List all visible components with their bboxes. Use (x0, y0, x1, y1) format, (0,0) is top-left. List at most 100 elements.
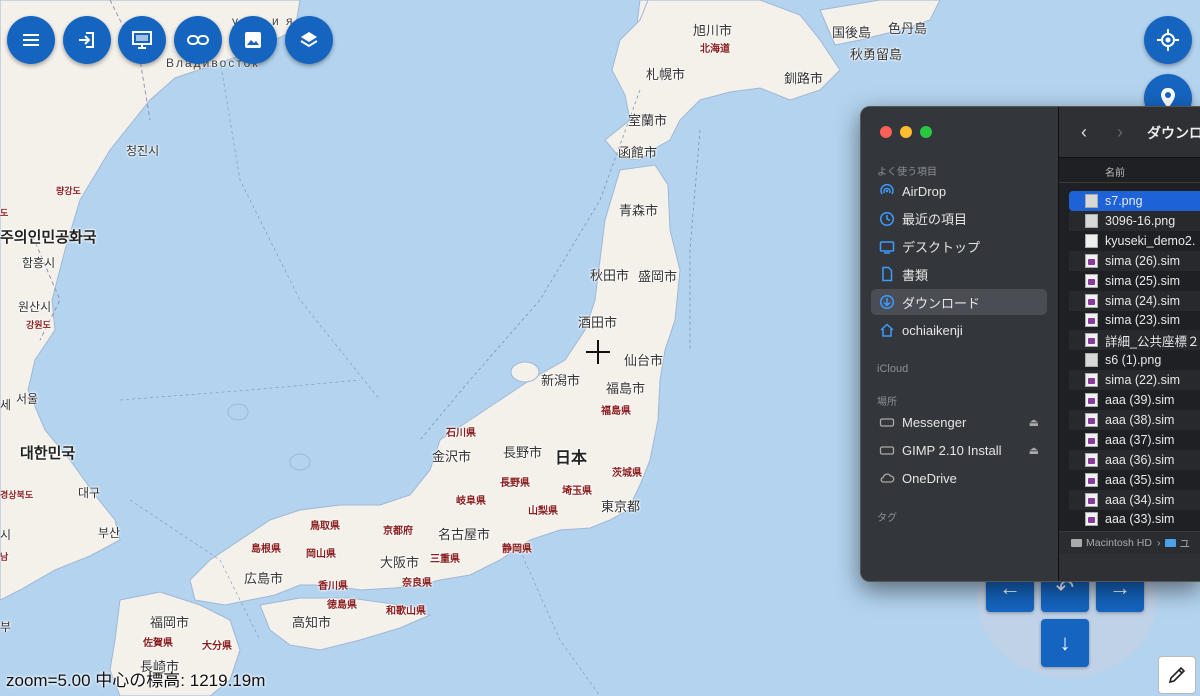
sim-file-icon (1085, 512, 1098, 527)
prefecture-label: 長野県 (500, 478, 530, 489)
city-label: 室蘭市 (628, 113, 668, 128)
sidebar-section-tags: タグ (877, 513, 897, 524)
column-header-name[interactable]: 名前 (1059, 158, 1200, 183)
sim-file-icon (1085, 333, 1098, 348)
prefecture-label: 三重県 (430, 554, 460, 565)
province-label: 경상북도 (0, 490, 34, 500)
file-row[interactable]: sima (24).sim (1069, 290, 1200, 311)
forward-button[interactable]: › (1117, 122, 1123, 143)
city-label: 酒田市 (578, 315, 618, 330)
file-row[interactable]: aaa (38).sim (1069, 409, 1200, 430)
file-row[interactable]: aaa (34).sim (1069, 489, 1200, 510)
sidebar-item-airdrop[interactable]: AirDrop (871, 178, 1047, 204)
file-name: 詳細_公共座標２系 (1105, 334, 1200, 349)
sim-file-icon (1085, 253, 1098, 268)
sidebar-item-clock[interactable]: 最近の項目 (871, 206, 1047, 232)
file-row[interactable]: aaa (33).sim (1069, 509, 1200, 529)
path-next[interactable]: ユ (1179, 536, 1190, 551)
sim-file-icon (1085, 432, 1098, 447)
back-button[interactable]: ‹ (1081, 122, 1087, 143)
city-label: 金沢市 (432, 449, 472, 464)
city-label: 대구 (78, 486, 101, 500)
file-name: s7.png (1105, 194, 1143, 208)
png-file-icon (1085, 353, 1098, 368)
file-row[interactable]: s6 (1).png (1069, 350, 1200, 370)
menu-icon (23, 34, 39, 46)
locate-button[interactable] (1144, 16, 1192, 64)
minimize-window-button[interactable] (900, 126, 912, 138)
path-separator: › (1156, 537, 1161, 549)
zoom-window-button[interactable] (920, 126, 932, 138)
crosshair-icon (586, 340, 610, 364)
city-label: 旭川市 (693, 23, 733, 38)
sidebar-location-item[interactable]: GIMP 2.10 Install ⏏ (871, 437, 1047, 463)
sim-file-icon (1085, 412, 1098, 427)
file-row[interactable]: aaa (37).sim (1069, 430, 1200, 450)
eject-icon[interactable]: ⏏ (1029, 444, 1039, 457)
city-label-partial: 시 (0, 528, 12, 542)
file-name: sima (22).sim (1105, 373, 1181, 388)
file-name: 3096-16.png (1105, 213, 1176, 228)
sidebar-section-favorites: よく使う項目 (877, 167, 937, 178)
file-name: aaa (36).sim (1105, 452, 1175, 467)
zoom-elevation-readout: zoom=5.00 中心の標高: 1219.19m (6, 671, 266, 690)
sidebar-item-home[interactable]: ochiaikenji (871, 317, 1047, 343)
file-row[interactable]: s7.png (1069, 191, 1200, 211)
pencil-icon (1168, 666, 1186, 684)
city-label: 福島市 (606, 381, 646, 396)
menu-button[interactable] (7, 16, 55, 64)
sidebar-location-item[interactable]: OneDrive (871, 465, 1047, 491)
sidebar-item-desktop[interactable]: デスクトップ (871, 234, 1047, 260)
image-button[interactable] (229, 16, 277, 64)
file-row[interactable]: sima (22).sim (1069, 370, 1200, 391)
file-row[interactable]: sima (26).sim (1069, 250, 1200, 271)
city-label: 福岡市 (150, 615, 190, 630)
sidebar-item-document[interactable]: 書類 (871, 261, 1047, 287)
province-label: 강원도 (26, 320, 51, 330)
edit-button[interactable] (1158, 656, 1196, 694)
file-name: kyuseki_demo2. (1105, 233, 1196, 248)
file-row[interactable]: aaa (36).sim (1069, 449, 1200, 470)
airdrop-icon (879, 183, 895, 199)
sim-file-icon (1085, 393, 1098, 407)
path-disk[interactable]: Macintosh HD (1086, 537, 1152, 549)
country-label: 日本 (555, 450, 588, 467)
file-row[interactable]: 詳細_公共座標２系 (1069, 330, 1200, 351)
file-name: aaa (35).sim (1105, 472, 1175, 487)
sidebar-section-icloud: iCloud (877, 363, 909, 375)
file-name: sima (23).sim (1105, 313, 1181, 328)
file-row[interactable]: aaa (35).sim (1069, 470, 1200, 490)
file-row[interactable]: sima (23).sim (1069, 310, 1200, 330)
sidebar-item-label: デスクトップ (902, 240, 981, 256)
folder-title: ダウンロ (1147, 125, 1200, 141)
file-row[interactable]: kyuseki_demo2. (1069, 231, 1200, 251)
file-row[interactable]: 3096-16.png (1069, 210, 1200, 231)
file-row[interactable]: sima (25).sim (1069, 271, 1200, 291)
status-bar (1059, 554, 1200, 581)
sidebar-location-item[interactable]: Messenger ⏏ (871, 409, 1047, 435)
prefecture-label: 北海道 (700, 44, 730, 55)
file-row[interactable]: aaa (39).sim (1069, 390, 1200, 410)
close-window-button[interactable] (880, 126, 892, 138)
clock-icon (879, 211, 895, 227)
file-name: sima (26).sim (1105, 253, 1181, 268)
city-label: 釧路市 (784, 71, 824, 86)
display-button[interactable] (118, 16, 166, 64)
login-button[interactable] (63, 16, 111, 64)
prefecture-label: 埼玉県 (562, 486, 592, 497)
city-label: 秋田市 (590, 268, 630, 283)
city-label: 仙台市 (624, 353, 664, 368)
pan-down-button[interactable]: ↓ (1041, 619, 1089, 667)
finder-window[interactable]: よく使う項目 AirDrop 最近の項目デスクトップ書類 ダウンロード ochiaik… (860, 106, 1200, 582)
eject-icon[interactable]: ⏏ (1029, 416, 1039, 429)
login-icon (79, 32, 94, 48)
cloud-icon (879, 470, 895, 486)
city-label: 청진시 (126, 144, 160, 158)
file-name: sima (25).sim (1105, 273, 1181, 288)
city-label: 東京都 (601, 499, 641, 514)
layers-icon (300, 32, 318, 48)
link-button[interactable] (174, 16, 222, 64)
sidebar-item-download[interactable]: ダウンロード (871, 289, 1047, 316)
layers-button[interactable] (285, 16, 333, 64)
prefecture-label: 静岡県 (502, 544, 532, 555)
